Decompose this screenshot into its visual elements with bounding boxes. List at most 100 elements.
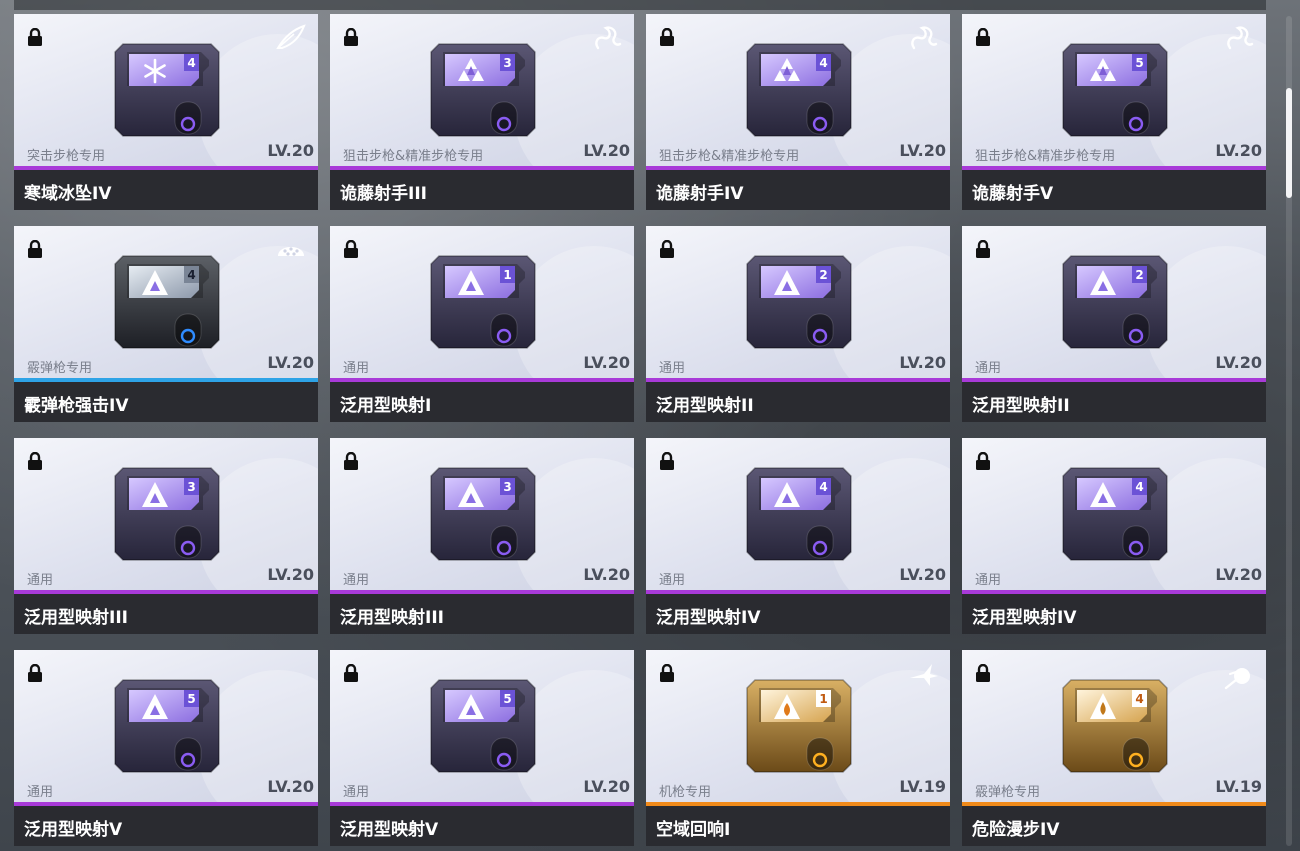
level-label: LV.20: [1215, 353, 1262, 372]
card-name-bar: 危险漫步IV: [962, 806, 1266, 846]
usage-label: 机枪专用: [659, 785, 712, 800]
mod-card[interactable]: 5 通用 LV.20 泛用型映射V: [14, 650, 318, 846]
feather-icon: [274, 22, 308, 58]
svg-text:4: 4: [819, 480, 827, 494]
svg-text:2: 2: [819, 268, 827, 282]
mod-chip-icon: 4: [113, 42, 221, 142]
serpent-icon: [906, 22, 940, 58]
lock-icon[interactable]: [27, 27, 43, 50]
lock-icon[interactable]: [27, 663, 43, 686]
mod-card[interactable]: 1 机枪专用 LV.19 空域回响I: [646, 650, 950, 846]
svg-text:4: 4: [187, 268, 195, 282]
svg-text:4: 4: [187, 56, 195, 70]
mod-chip-icon: 5: [429, 678, 537, 778]
lock-icon[interactable]: [343, 239, 359, 262]
lock-icon[interactable]: [343, 27, 359, 50]
svg-text:5: 5: [503, 692, 511, 706]
usage-label: 通用: [343, 785, 370, 800]
lock-icon[interactable]: [659, 239, 675, 262]
serpent-icon: [1222, 22, 1256, 58]
lock-icon[interactable]: [659, 663, 675, 686]
level-label: LV.20: [583, 353, 630, 372]
serpent-icon: [590, 22, 624, 58]
lock-icon[interactable]: [975, 663, 991, 686]
mod-card[interactable]: 3 通用 LV.20 泛用型映射III: [14, 438, 318, 634]
mod-card[interactable]: 4 霰弹枪专用 LV.20 霰弹枪强击IV: [14, 226, 318, 422]
mod-chip-icon: 2: [745, 254, 853, 354]
card-name-bar: 空域回响I: [646, 806, 950, 846]
usage-label: 通用: [27, 785, 54, 800]
svg-text:5: 5: [1135, 56, 1143, 70]
mod-chip-icon: 5: [113, 678, 221, 778]
lock-icon[interactable]: [659, 451, 675, 474]
lock-icon[interactable]: [975, 451, 991, 474]
mod-card[interactable]: 4 狙击步枪&精准步枪专用 LV.20 诡藤射手IV: [646, 14, 950, 210]
level-label: LV.20: [267, 565, 314, 584]
card-name-bar: 泛用型映射V: [330, 806, 634, 846]
card-name-bar: 泛用型映射V: [14, 806, 318, 846]
mod-chip-icon: 4: [1061, 678, 1169, 778]
mod-card[interactable]: 2 通用 LV.20 泛用型映射II: [962, 226, 1266, 422]
usage-label: 通用: [659, 573, 686, 588]
mod-chip-icon: 2: [1061, 254, 1169, 354]
level-label: LV.20: [267, 353, 314, 372]
mod-card[interactable]: 3 狙击步枪&精准步枪专用 LV.20 诡藤射手III: [330, 14, 634, 210]
mod-card[interactable]: 3 通用 LV.20 泛用型映射III: [330, 438, 634, 634]
card-name-bar: 泛用型映射IV: [646, 594, 950, 634]
level-label: LV.20: [899, 353, 946, 372]
lock-icon[interactable]: [975, 27, 991, 50]
usage-label: 通用: [659, 361, 686, 376]
lock-icon[interactable]: [659, 27, 675, 50]
svg-text:4: 4: [819, 56, 827, 70]
lock-icon[interactable]: [27, 239, 43, 262]
usage-label: 霰弹枪专用: [27, 361, 93, 376]
mod-chip-icon: 3: [429, 466, 537, 566]
mod-card[interactable]: 5 通用 LV.20 泛用型映射V: [330, 650, 634, 846]
card-name-bar: 泛用型映射IV: [962, 594, 1266, 634]
mod-name: 霰弹枪强击IV: [24, 396, 129, 416]
svg-text:5: 5: [187, 692, 195, 706]
mod-name: 泛用型映射V: [340, 820, 439, 840]
svg-text:2: 2: [1135, 268, 1143, 282]
mod-name: 泛用型映射IV: [656, 608, 761, 628]
usage-label: 狙击步枪&精准步枪专用: [659, 149, 800, 164]
mod-card[interactable]: 4 通用 LV.20 泛用型映射IV: [646, 438, 950, 634]
mod-chip-icon: 4: [745, 42, 853, 142]
lock-icon[interactable]: [343, 451, 359, 474]
svg-text:4: 4: [1135, 480, 1143, 494]
mod-chip-icon: 5: [1061, 42, 1169, 142]
svg-text:1: 1: [503, 268, 511, 282]
scrollbar-thumb[interactable]: [1286, 88, 1292, 198]
svg-text:4: 4: [1135, 692, 1143, 706]
mod-card[interactable]: 4 突击步枪专用 LV.20 寒域冰坠IV: [14, 14, 318, 210]
mod-chip-icon: 4: [1061, 466, 1169, 566]
mod-name: 泛用型映射V: [24, 820, 123, 840]
lock-icon[interactable]: [343, 663, 359, 686]
level-label: LV.20: [899, 565, 946, 584]
level-label: LV.20: [583, 777, 630, 796]
mod-chip-icon: 3: [113, 466, 221, 566]
scrollbar[interactable]: [1286, 16, 1292, 846]
card-name-bar: 霰弹枪强击IV: [14, 382, 318, 422]
mod-name: 诡藤射手V: [972, 184, 1054, 204]
mod-card[interactable]: 2 通用 LV.20 泛用型映射II: [646, 226, 950, 422]
card-name-bar: 寒域冰坠IV: [14, 170, 318, 210]
lock-icon[interactable]: [27, 451, 43, 474]
mod-chip-icon: 1: [745, 678, 853, 778]
svg-text:3: 3: [187, 480, 195, 494]
mod-name: 泛用型映射I: [340, 396, 432, 416]
level-label: LV.19: [899, 777, 946, 796]
mod-card[interactable]: 5 狙击步枪&精准步枪专用 LV.20 诡藤射手V: [962, 14, 1266, 210]
top-edge: [14, 0, 1266, 10]
mod-chip-icon: 4: [745, 466, 853, 566]
card-name-bar: 泛用型映射II: [962, 382, 1266, 422]
mod-card[interactable]: 4 霰弹枪专用 LV.19 危险漫步IV: [962, 650, 1266, 846]
mod-card[interactable]: 1 通用 LV.20 泛用型映射I: [330, 226, 634, 422]
mod-name: 危险漫步IV: [972, 820, 1060, 840]
mod-chip-icon: 4: [113, 254, 221, 354]
lock-icon[interactable]: [975, 239, 991, 262]
mod-chip-icon: 1: [429, 254, 537, 354]
mod-card[interactable]: 4 通用 LV.20 泛用型映射IV: [962, 438, 1266, 634]
jet-icon: [906, 658, 940, 694]
mod-name: 泛用型映射IV: [972, 608, 1077, 628]
